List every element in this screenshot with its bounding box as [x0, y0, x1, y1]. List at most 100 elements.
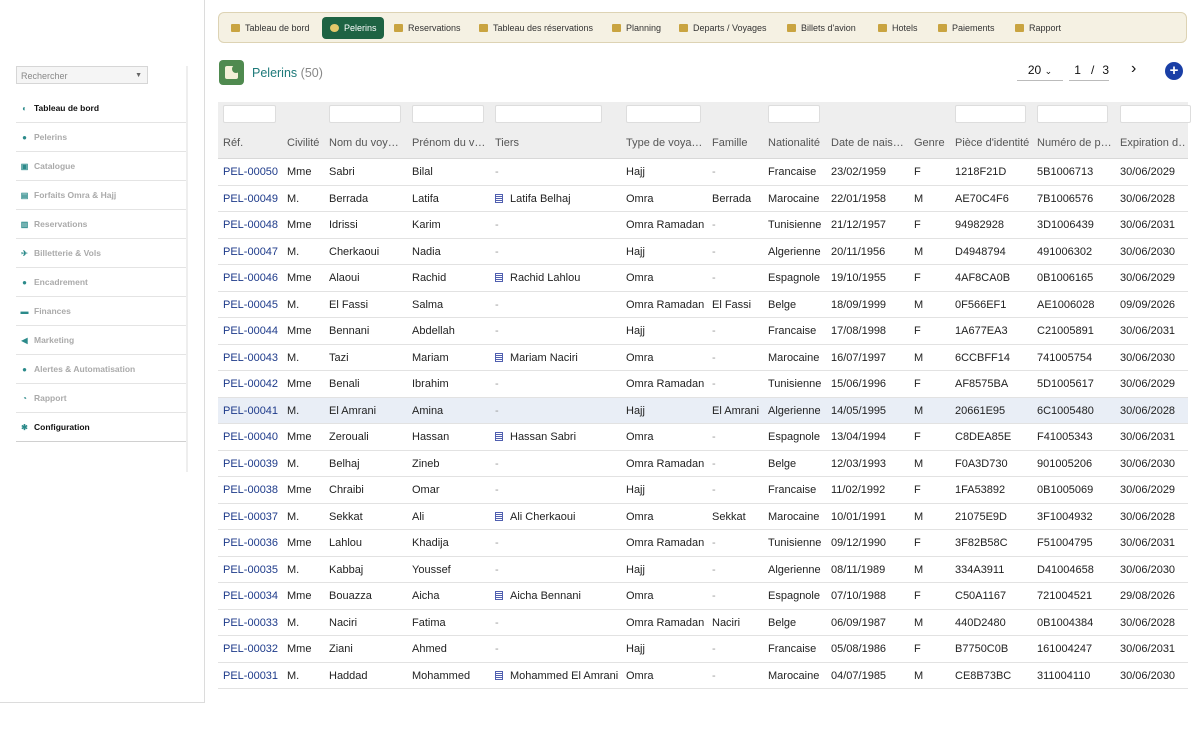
table-row[interactable]: PEL-00037 M. Sekkat Ali Ali Cherkaoui Omra Sek…: [218, 504, 1188, 530]
column-filter-input[interactable]: [223, 105, 276, 123]
column-filter-input[interactable]: [768, 105, 820, 123]
reference-link[interactable]: PEL-00050: [223, 166, 278, 178]
reference-link[interactable]: PEL-00031: [223, 670, 278, 682]
table-cell: El Amrani: [329, 404, 377, 417]
sidebar-item-marketing[interactable]: ◀ Marketing: [16, 326, 186, 355]
column-filter-input[interactable]: [1120, 105, 1191, 123]
column-header[interactable]: Nationalité: [768, 137, 820, 149]
column-header[interactable]: Type de voya…: [626, 137, 702, 149]
reference-link[interactable]: PEL-00047: [223, 246, 278, 258]
sidebar-item-reservations[interactable]: ▥ Reservations: [16, 210, 186, 239]
sidebar-item-alertes-automatisation[interactable]: ● Alertes & Automatisation: [16, 355, 186, 384]
tiers-link[interactable]: Latifa Belhaj: [495, 193, 571, 205]
tiers-link[interactable]: Aicha Bennani: [495, 590, 581, 602]
table-row[interactable]: PEL-00036 Mme Lahlou Khadija - Omra Ramadan - T…: [218, 530, 1188, 557]
column-filter-input[interactable]: [1037, 105, 1108, 123]
table-row[interactable]: PEL-00039 M. Belhaj Zineb - Omra Ramadan - Belg…: [218, 451, 1188, 477]
tiers-link[interactable]: Hassan Sabri: [495, 431, 576, 443]
column-header[interactable]: Nom du voy…: [329, 137, 399, 149]
next-page-button[interactable]: ›: [1131, 60, 1136, 78]
sidebar-item-tableau-de-bord[interactable]: ◐ Tableau de bord: [16, 94, 186, 123]
reference-link[interactable]: PEL-00037: [223, 511, 278, 523]
column-header[interactable]: Pièce d'identité: [955, 137, 1029, 149]
reference-link[interactable]: PEL-00043: [223, 352, 278, 364]
table-row[interactable]: PEL-00038 Mme Chraibi Omar - Hajj - Francaise 11…: [218, 477, 1188, 504]
page-number-input[interactable]: 1 / 3: [1069, 60, 1109, 81]
column-header[interactable]: Numéro de p…: [1037, 137, 1112, 149]
column-header[interactable]: Civilité: [287, 137, 319, 149]
reference-link[interactable]: PEL-00038: [223, 484, 278, 496]
tab-tableau-des-r-servations[interactable]: Tableau des réservations: [479, 17, 593, 39]
tab-departs-voyages[interactable]: Departs / Voyages: [679, 17, 767, 39]
sidebar-item-encadrement[interactable]: ● Encadrement: [16, 268, 186, 297]
reference-link[interactable]: PEL-00045: [223, 299, 278, 311]
column-filter-input[interactable]: [626, 105, 701, 123]
table-row[interactable]: PEL-00049 M. Berrada Latifa Latifa Belhaj Omr…: [218, 186, 1188, 212]
tiers-link[interactable]: Ali Cherkaoui: [495, 511, 575, 523]
sidebar-item-catalogue[interactable]: ▣ Catalogue: [16, 152, 186, 181]
sidebar-item-billetterie-vols[interactable]: ✈ Billetterie & Vols: [16, 239, 186, 268]
column-filter-input[interactable]: [955, 105, 1026, 123]
tab-pelerins[interactable]: Pelerins: [322, 17, 384, 39]
reference-link[interactable]: PEL-00032: [223, 643, 278, 655]
tab-billets-d-avion[interactable]: Billets d'avion: [787, 17, 856, 39]
column-header[interactable]: Tiers: [495, 137, 519, 149]
tab-hotels[interactable]: Hotels: [878, 17, 918, 39]
column-header[interactable]: Date de nais…: [831, 137, 904, 149]
reference-link[interactable]: PEL-00041: [223, 405, 278, 417]
table-row[interactable]: PEL-00050 Mme Sabri Bilal - Hajj - Francaise 23/…: [218, 159, 1188, 186]
column-filter-input[interactable]: [412, 105, 484, 123]
sidebar-item-configuration[interactable]: ✱ Configuration: [16, 413, 186, 442]
table-cell: Aicha: [412, 590, 440, 602]
table-row[interactable]: PEL-00044 Mme Bennani Abdellah - Hajj - Francai…: [218, 318, 1188, 345]
reference-link[interactable]: PEL-00033: [223, 617, 278, 629]
column-filter-input[interactable]: [329, 105, 401, 123]
table-row[interactable]: PEL-00045 M. El Fassi Salma - Omra Ramadan El …: [218, 292, 1188, 318]
table-row[interactable]: PEL-00031 M. Haddad Mohammed Mohammed El Amr…: [218, 663, 1188, 689]
tab-planning[interactable]: Planning: [612, 17, 661, 39]
tiers-link[interactable]: Rachid Lahlou: [495, 272, 580, 284]
sidebar-item-pelerins[interactable]: ● Pelerins: [16, 123, 186, 152]
reference-link[interactable]: PEL-00040: [223, 431, 278, 443]
tab-reservations[interactable]: Reservations: [394, 17, 461, 39]
reference-link[interactable]: PEL-00036: [223, 537, 278, 549]
table-cell: Cherkaoui: [329, 245, 380, 258]
table-row[interactable]: PEL-00042 Mme Benali Ibrahim - Omra Ramadan - T…: [218, 371, 1188, 398]
table-row[interactable]: PEL-00033 M. Naciri Fatima - Omra Ramadan Naci…: [218, 610, 1188, 636]
reference-link[interactable]: PEL-00049: [223, 193, 278, 205]
per-page-select[interactable]: 20 ⌄: [1017, 60, 1063, 81]
column-filter-input[interactable]: [495, 105, 602, 123]
reference-link[interactable]: PEL-00034: [223, 590, 278, 602]
reference-link[interactable]: PEL-00048: [223, 219, 278, 231]
table-row[interactable]: PEL-00041 M. El Amrani Amina - Hajj El Amrani A…: [218, 397, 1188, 424]
column-header[interactable]: Expiration d…: [1120, 137, 1186, 149]
table-row[interactable]: PEL-00047 M. Cherkaoui Nadia - Hajj - Algerienn…: [218, 239, 1188, 265]
table-row[interactable]: PEL-00040 Mme Zerouali Hassan Hassan Sabri Om…: [218, 424, 1188, 451]
sidebar-item-rapport[interactable]: ◔ Rapport: [16, 384, 186, 413]
reference-link[interactable]: PEL-00035: [223, 564, 278, 576]
column-header[interactable]: Réf.: [223, 137, 243, 149]
add-pilgrim-button[interactable]: +: [1165, 62, 1183, 80]
tab-tableau-de-bord[interactable]: Tableau de bord: [231, 17, 310, 39]
tiers-link[interactable]: Mariam Naciri: [495, 352, 578, 364]
tab-paiements[interactable]: Paiements: [938, 17, 995, 39]
search-select[interactable]: Rechercher ▼: [16, 66, 148, 84]
reference-link[interactable]: PEL-00046: [223, 272, 278, 284]
sidebar-item-forfaits-omra-hajj[interactable]: ▤ Forfaits Omra & Hajj: [16, 181, 186, 210]
column-header[interactable]: Famille: [712, 137, 747, 149]
table-row[interactable]: PEL-00032 Mme Ziani Ahmed - Hajj - Francaise 05/…: [218, 636, 1188, 663]
table-row[interactable]: PEL-00035 M. Kabbaj Youssef - Hajj - Algerienne…: [218, 557, 1188, 583]
table-row[interactable]: PEL-00034 Mme Bouazza Aicha Aicha Bennani Omr…: [218, 583, 1188, 610]
reference-link[interactable]: PEL-00044: [223, 325, 278, 337]
reference-link[interactable]: PEL-00042: [223, 378, 278, 390]
sidebar-scrollbar[interactable]: [186, 66, 188, 472]
table-row[interactable]: PEL-00046 Mme Alaoui Rachid Rachid Lahlou Omr…: [218, 265, 1188, 292]
reference-link[interactable]: PEL-00039: [223, 458, 278, 470]
column-header[interactable]: Genre: [914, 137, 945, 149]
sidebar-item-finances[interactable]: ▬ Finances: [16, 297, 186, 326]
table-row[interactable]: PEL-00048 Mme Idrissi Karim - Omra Ramadan - Tu…: [218, 212, 1188, 239]
column-header[interactable]: Prénom du v…: [412, 137, 485, 149]
table-row[interactable]: PEL-00043 M. Tazi Mariam Mariam Naciri Omra - M…: [218, 345, 1188, 371]
tiers-link[interactable]: Mohammed El Amrani: [495, 670, 618, 682]
tab-rapport[interactable]: Rapport: [1015, 17, 1061, 39]
